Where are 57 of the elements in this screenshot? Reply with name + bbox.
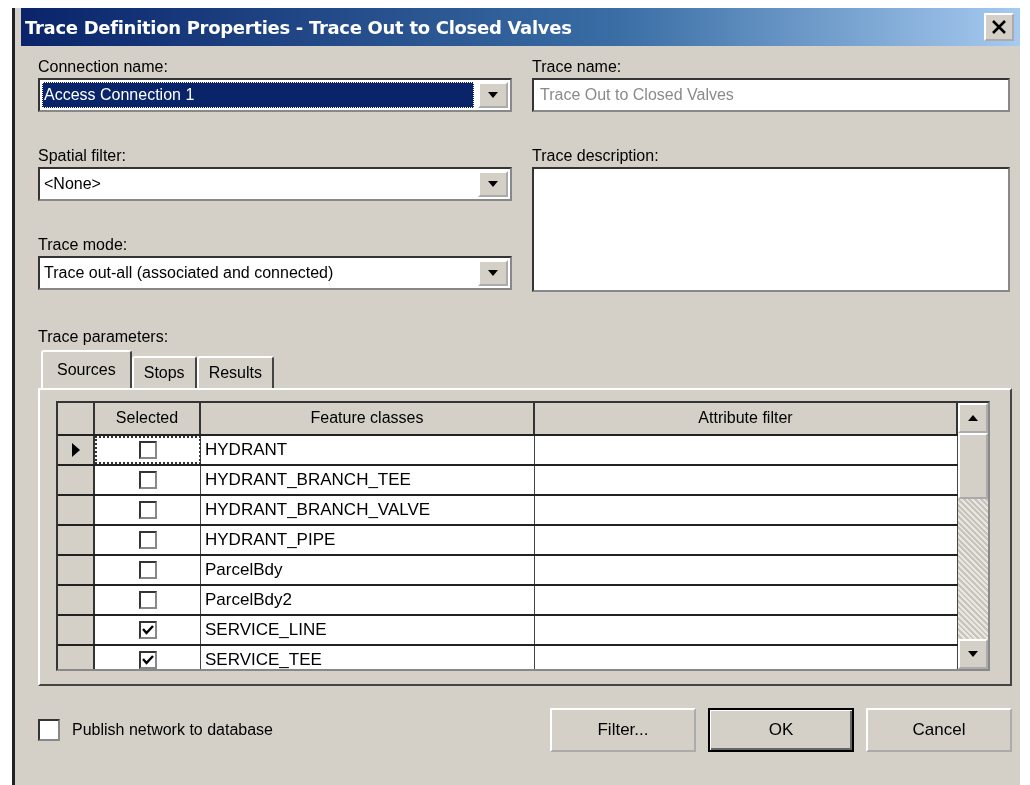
field-label: Trace description: bbox=[532, 146, 659, 166]
dropdown-field[interactable]: Trace out-all (associated and connected) bbox=[38, 256, 512, 290]
window-title: Trace Definition Properties - Trace Out to Closed Valves bbox=[25, 16, 572, 38]
table-cell: SERVICE_TEE bbox=[201, 646, 535, 669]
caret-icon bbox=[488, 181, 498, 187]
check-icon bbox=[141, 625, 154, 635]
checkbox[interactable] bbox=[138, 651, 157, 669]
column-header: Attribute filter bbox=[535, 403, 958, 434]
row-header bbox=[58, 586, 95, 614]
checkbox[interactable] bbox=[138, 471, 157, 489]
down-arrow-icon bbox=[968, 651, 978, 657]
row-header bbox=[58, 403, 95, 434]
field-label: Trace name: bbox=[532, 57, 622, 77]
check-icon bbox=[141, 655, 154, 665]
table-cell: ParcelBdy2 bbox=[201, 586, 535, 614]
tab[interactable]: Results bbox=[196, 356, 274, 388]
scrollbar[interactable] bbox=[958, 403, 988, 669]
row-header bbox=[58, 496, 95, 524]
row-header bbox=[58, 466, 95, 494]
checkbox[interactable] bbox=[138, 561, 157, 579]
up-arrow-icon bbox=[968, 415, 978, 421]
field-label: Spatial filter: bbox=[38, 146, 127, 166]
dropdown-field[interactable]: Access Connection 1 bbox=[38, 78, 512, 112]
row-header bbox=[58, 526, 95, 554]
dialog-button[interactable]: OK bbox=[708, 708, 854, 752]
dialog-button[interactable]: Filter... bbox=[550, 708, 696, 752]
checkbox[interactable] bbox=[138, 621, 157, 639]
close-icon bbox=[991, 20, 1007, 34]
checkbox[interactable] bbox=[138, 441, 157, 459]
field-label: Connection name: bbox=[38, 57, 168, 77]
field-label: Trace mode: bbox=[38, 235, 128, 255]
table-cell: HYDRANT_BRANCH_VALVE bbox=[201, 496, 535, 524]
close-button[interactable] bbox=[984, 13, 1014, 41]
caret-icon bbox=[488, 270, 498, 276]
tab[interactable]: Stops bbox=[131, 356, 197, 388]
row-header bbox=[58, 646, 95, 669]
dropdown-field[interactable]: <None> bbox=[38, 167, 512, 201]
row-header bbox=[58, 616, 95, 644]
scroll-thumb[interactable] bbox=[958, 433, 988, 499]
checkbox-label: Publish network to database bbox=[72, 721, 273, 739]
description-field[interactable] bbox=[532, 167, 1010, 292]
table-cell: HYDRANT_BRANCH_TEE bbox=[201, 466, 535, 494]
table-cell: SERVICE_LINE bbox=[201, 616, 535, 644]
column-header: Selected bbox=[95, 403, 201, 434]
checkbox[interactable] bbox=[138, 501, 157, 519]
table-cell: HYDRANT_PIPE bbox=[201, 526, 535, 554]
checkbox[interactable] bbox=[138, 531, 157, 549]
table-cell: ParcelBdy bbox=[201, 556, 535, 584]
checkbox[interactable] bbox=[38, 719, 60, 741]
row-header bbox=[58, 556, 95, 584]
tab[interactable]: Sources bbox=[41, 350, 132, 388]
section-label: Trace parameters: bbox=[38, 327, 170, 347]
column-header: Feature classes bbox=[201, 403, 535, 434]
dialog-button[interactable]: Cancel bbox=[866, 708, 1012, 752]
checkbox[interactable] bbox=[138, 591, 157, 609]
caret-icon bbox=[488, 92, 498, 98]
table-cell: HYDRANT bbox=[201, 436, 535, 464]
